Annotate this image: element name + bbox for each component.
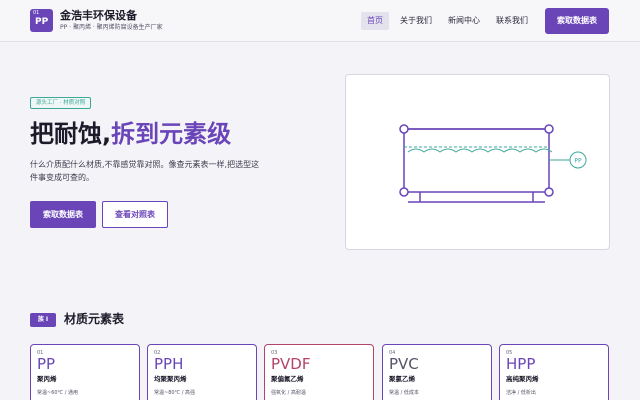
- hero-request-datasheet-button[interactable]: 索取数据表: [30, 201, 96, 228]
- tank-diagram-card: PP: [345, 74, 610, 250]
- hero-title-accent: 拆到元素级: [111, 120, 232, 148]
- logo-number: 01: [33, 10, 40, 16]
- material-label-text: PP: [574, 158, 582, 165]
- tank-body: [403, 128, 550, 193]
- material-card-hpp[interactable]: 05 HPP 高纯聚丙烯 洁净 / 低析出: [499, 344, 609, 400]
- brand-subtitle: PP · 聚丙烯 · 聚丙烯防腐设备生产厂家: [60, 24, 163, 31]
- section-title: 材质元素表: [64, 312, 125, 326]
- site-header: 01 PP 金浩丰环保设备 PP · 聚丙烯 · 聚丙烯防腐设备生产厂家 首页 …: [0, 0, 640, 42]
- nav-about[interactable]: 关于我们: [396, 12, 436, 30]
- tank-corner-br: [544, 187, 554, 197]
- hero-title: 把耐蚀,拆到元素级: [30, 118, 231, 150]
- tank-diagram: PP: [399, 124, 587, 203]
- material-properties: 常温 / 低成本: [389, 390, 419, 396]
- material-code: PVDF: [271, 355, 311, 373]
- tank-corner-bl: [399, 187, 409, 197]
- hero-tag: 源头工厂 · 材质对照: [30, 97, 92, 109]
- material-name: 高纯聚丙烯: [506, 375, 539, 383]
- material-name: 聚偏氟乙烯: [271, 375, 304, 383]
- tank-corner-tl: [399, 124, 409, 134]
- nav-contact[interactable]: 联系我们: [492, 12, 532, 30]
- hero-description: 什么介质配什么材质,不靠感觉靠对照。像查元素表一样,把选型这件事变成可查的。: [30, 160, 260, 182]
- view-comparison-button[interactable]: 查看对照表: [102, 201, 168, 228]
- nav-news[interactable]: 新闻中心: [444, 12, 484, 30]
- material-code: PVC: [389, 355, 419, 373]
- section-badge: 族 I: [30, 313, 56, 327]
- material-properties: 强氧化 / 高耐温: [271, 390, 306, 396]
- material-properties: 洁净 / 低析出: [506, 390, 536, 396]
- logo-text: PP: [35, 17, 49, 27]
- brand-name[interactable]: 金浩丰环保设备: [60, 9, 137, 22]
- material-card-pvdf[interactable]: 03 PVDF 聚偏氟乙烯 强氧化 / 高耐温: [264, 344, 374, 400]
- material-code: PPH: [154, 355, 184, 373]
- material-name: 聚丙烯: [37, 375, 57, 383]
- material-code: PP: [37, 355, 56, 373]
- material-name: 聚氯乙烯: [389, 375, 415, 383]
- nav-home[interactable]: 首页: [361, 12, 389, 30]
- request-datasheet-button[interactable]: 索取数据表: [545, 8, 609, 34]
- tank-corner-tr: [544, 124, 554, 134]
- logo[interactable]: 01 PP: [30, 9, 53, 32]
- hero-title-plain: 把耐蚀,: [30, 120, 112, 148]
- material-properties: 常温~60℃ / 通用: [37, 390, 79, 396]
- material-code: HPP: [506, 355, 536, 373]
- material-card-pvc[interactable]: 04 PVC 聚氯乙烯 常温 / 低成本: [382, 344, 492, 400]
- material-properties: 常温~80℃ / 高强: [154, 390, 196, 396]
- material-card-pp[interactable]: 01 PP 聚丙烯 常温~60℃ / 通用: [30, 344, 140, 400]
- material-name: 均聚聚丙烯: [154, 375, 187, 383]
- liquid-wave: [407, 148, 553, 153]
- material-card-pph[interactable]: 02 PPH 均聚聚丙烯 常温~80℃ / 高强: [147, 344, 257, 400]
